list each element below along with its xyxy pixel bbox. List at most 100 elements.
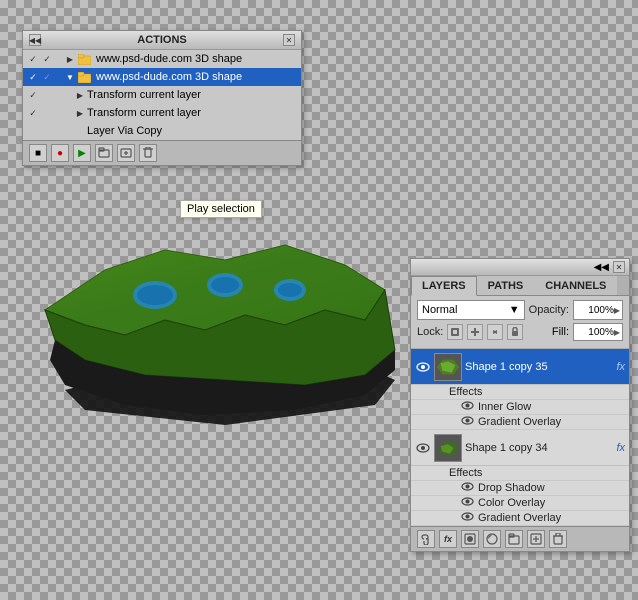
delete-layer-btn[interactable] bbox=[549, 530, 567, 548]
link-layers-btn[interactable] bbox=[417, 530, 435, 548]
add-fx-btn[interactable]: fx bbox=[439, 530, 457, 548]
layer-fx-shape35[interactable]: fx bbox=[616, 361, 625, 373]
layers-titlebar[interactable]: ◀◀ ✕ bbox=[411, 259, 629, 276]
fill-label: Fill: bbox=[552, 326, 569, 338]
layer-thumb-shape34 bbox=[434, 434, 462, 462]
actions-close-btn[interactable]: ✕ bbox=[283, 34, 295, 46]
triangle-expand1[interactable]: ▶ bbox=[65, 54, 75, 64]
folder-icon2 bbox=[77, 70, 91, 84]
actions-panel: ◀◀ ACTIONS ✕ ✓ ✓ ▶ www.psd-dude.com 3D s… bbox=[22, 30, 302, 166]
grass-3d-shape bbox=[25, 210, 415, 430]
layer-item-shape34[interactable]: Shape 1 copy 34 fx bbox=[411, 430, 629, 466]
layers-close-btn[interactable]: ✕ bbox=[613, 261, 625, 273]
check10 bbox=[41, 125, 53, 137]
check1: ✓ bbox=[27, 53, 39, 65]
effect-eye-drop-shadow[interactable] bbox=[461, 482, 474, 494]
fill-arrow[interactable]: ▶ bbox=[614, 328, 620, 337]
effects-label-shape35: Effects bbox=[411, 385, 629, 400]
opacity-arrow[interactable]: ▶ bbox=[614, 306, 620, 315]
check2: ✓ bbox=[41, 53, 53, 65]
new-set-btn[interactable] bbox=[95, 144, 113, 162]
layer-info-shape34: Shape 1 copy 34 bbox=[465, 442, 613, 454]
action-label4: Transform current layer bbox=[87, 107, 297, 119]
effect-eye-gradient2[interactable] bbox=[461, 512, 474, 524]
opacity-control[interactable]: 100% ▶ bbox=[573, 300, 623, 320]
layers-controls: Normal ▼ Opacity: 100% ▶ Lock: bbox=[411, 296, 629, 349]
action-row-group2[interactable]: ✓ ✓ ▼ www.psd-dude.com 3D shape bbox=[23, 68, 301, 86]
effect-eye-color-overlay[interactable] bbox=[461, 497, 474, 509]
effect-eye-gradient1[interactable] bbox=[461, 416, 474, 428]
actions-body: ✓ ✓ ▶ www.psd-dude.com 3D shape ✓ ✓ ▼ bbox=[23, 50, 301, 140]
action-row-transform1[interactable]: ✓ ▶ Transform current layer bbox=[23, 86, 301, 104]
check7: ✓ bbox=[27, 107, 39, 119]
effect-eye-inner-glow[interactable] bbox=[461, 401, 474, 413]
blend-mode-dropdown[interactable]: Normal ▼ bbox=[417, 300, 525, 320]
stop-btn[interactable]: ■ bbox=[29, 144, 47, 162]
lock-label: Lock: bbox=[417, 326, 443, 338]
layer-eye-shape35[interactable] bbox=[415, 359, 431, 375]
add-adjustment-btn[interactable] bbox=[483, 530, 501, 548]
effect-name-color-overlay: Color Overlay bbox=[478, 497, 545, 509]
effect-gradient-overlay-2[interactable]: Gradient Overlay bbox=[411, 511, 629, 526]
create-layer-btn[interactable] bbox=[527, 530, 545, 548]
check3: ✓ bbox=[27, 71, 39, 83]
layers-toolbar: fx bbox=[411, 526, 629, 551]
tab-channels[interactable]: CHANNELS bbox=[534, 276, 617, 295]
action-label5: Layer Via Copy bbox=[87, 125, 297, 137]
check6 bbox=[41, 89, 53, 101]
action-label2: www.psd-dude.com 3D shape bbox=[96, 71, 297, 83]
action-label1: www.psd-dude.com 3D shape bbox=[96, 53, 297, 65]
layer-name-shape35: Shape 1 copy 35 bbox=[465, 361, 548, 373]
layer-item-shape35[interactable]: Shape 1 copy 35 fx bbox=[411, 349, 629, 385]
effect-name-inner-glow: Inner Glow bbox=[478, 401, 531, 413]
layers-list: Shape 1 copy 35 fx Effects Inner Glow bbox=[411, 349, 629, 526]
check8 bbox=[41, 107, 53, 119]
layer-info-shape35: Shape 1 copy 35 bbox=[465, 361, 613, 373]
opacity-label: Opacity: bbox=[529, 304, 569, 316]
blend-arrow: ▼ bbox=[509, 304, 520, 316]
check9 bbox=[27, 125, 39, 137]
folder-icon1 bbox=[77, 52, 91, 66]
lock-fill-row: Lock: bbox=[417, 323, 623, 341]
actions-titlebar[interactable]: ◀◀ ACTIONS ✕ bbox=[23, 31, 301, 50]
delete-btn[interactable] bbox=[139, 144, 157, 162]
lock-all-btn[interactable] bbox=[507, 324, 523, 340]
lock-pixels-btn[interactable] bbox=[447, 324, 463, 340]
new-action-btn[interactable] bbox=[117, 144, 135, 162]
action-row-transform2[interactable]: ✓ ▶ Transform current layer bbox=[23, 104, 301, 122]
effect-name-gradient1: Gradient Overlay bbox=[478, 416, 561, 428]
effect-gradient-overlay-1[interactable]: Gradient Overlay bbox=[411, 415, 629, 430]
layer-name-shape34: Shape 1 copy 34 bbox=[465, 442, 548, 454]
play-btn[interactable]: ▶ bbox=[73, 144, 91, 162]
effect-name-gradient2: Gradient Overlay bbox=[478, 512, 561, 524]
action-row-copy[interactable]: Layer Via Copy bbox=[23, 122, 301, 140]
actions-title: ACTIONS bbox=[137, 34, 187, 46]
record-btn[interactable]: ● bbox=[51, 144, 69, 162]
triangle3[interactable]: ▶ bbox=[75, 90, 85, 100]
layers-panel: ◀◀ ✕ LAYERS PATHS CHANNELS Normal ▼ Opac… bbox=[410, 258, 630, 552]
lock-position-btn[interactable] bbox=[467, 324, 483, 340]
effects-label-shape34: Effects bbox=[411, 466, 629, 481]
effect-drop-shadow[interactable]: Drop Shadow bbox=[411, 481, 629, 496]
action-row-group1[interactable]: ✓ ✓ ▶ www.psd-dude.com 3D shape bbox=[23, 50, 301, 68]
effect-inner-glow[interactable]: Inner Glow bbox=[411, 400, 629, 415]
layer-thumb-shape35 bbox=[434, 353, 462, 381]
blend-opacity-row: Normal ▼ Opacity: 100% ▶ bbox=[417, 300, 623, 320]
effect-name-drop-shadow: Drop Shadow bbox=[478, 482, 545, 494]
add-mask-btn[interactable] bbox=[461, 530, 479, 548]
tab-layers[interactable]: LAYERS bbox=[411, 276, 477, 296]
layer-eye-shape34[interactable] bbox=[415, 440, 431, 456]
check4: ✓ bbox=[41, 71, 53, 83]
panel-scroll-left[interactable]: ◀◀ bbox=[29, 34, 41, 46]
triangle-expand2[interactable]: ▼ bbox=[65, 72, 75, 82]
layer-fx-shape34[interactable]: fx bbox=[616, 442, 625, 454]
tab-paths[interactable]: PATHS bbox=[477, 276, 535, 295]
lock-move-btn[interactable] bbox=[487, 324, 503, 340]
create-group-btn[interactable] bbox=[505, 530, 523, 548]
effect-color-overlay[interactable]: Color Overlay bbox=[411, 496, 629, 511]
fill-control[interactable]: 100% ▶ bbox=[573, 323, 623, 341]
play-selection-tooltip: Play selection bbox=[180, 200, 262, 218]
check5: ✓ bbox=[27, 89, 39, 101]
triangle4[interactable]: ▶ bbox=[75, 108, 85, 118]
panel-scroll-btn[interactable]: ◀◀ bbox=[594, 262, 609, 273]
